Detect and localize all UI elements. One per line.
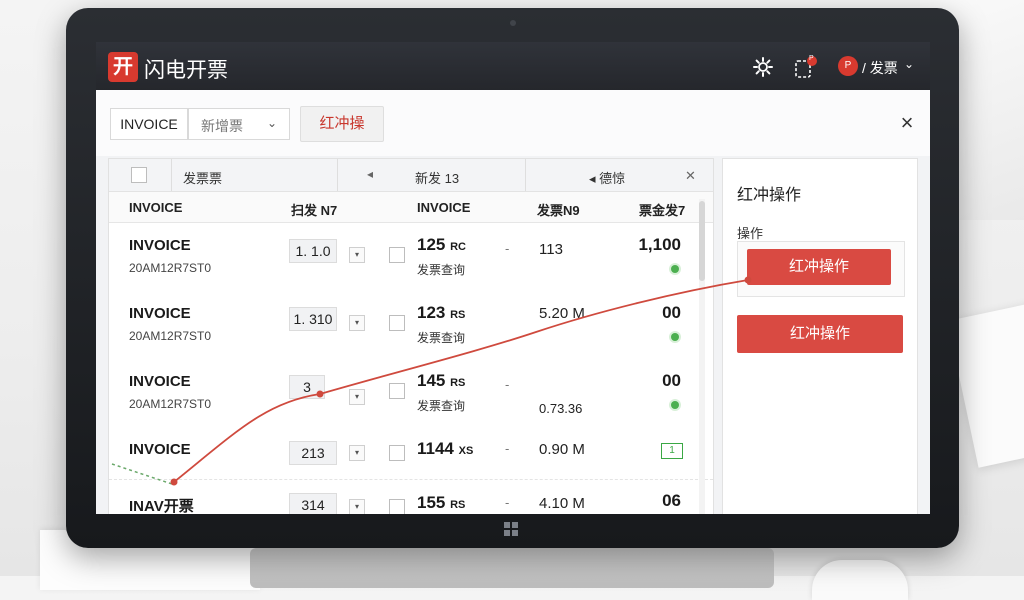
chevron-down-icon: ⌄: [267, 116, 278, 130]
settings-gear-icon[interactable]: [752, 56, 774, 78]
table-row[interactable]: INVOICE 20AM12R7ST0 3 ▾ 145 RS 发票查询 - 0.…: [109, 359, 713, 428]
table-row[interactable]: INVOICE 213 ▾ 1144 XS - 0.90 M 1: [109, 427, 713, 480]
caret-left-icon[interactable]: ◂: [367, 167, 373, 181]
dropdown-icon[interactable]: ▾: [349, 389, 365, 405]
dropdown-icon[interactable]: ▾: [349, 499, 365, 514]
invoice-type-chip[interactable]: INVOICE: [110, 108, 188, 140]
separator: -: [505, 441, 510, 456]
price: 155 RS: [417, 493, 466, 512]
separator: -: [505, 495, 510, 510]
quantity-field[interactable]: 314: [289, 493, 337, 514]
filter-col-3[interactable]: ◂ 德惊: [589, 168, 625, 187]
table-filter-row: 发票票 ◂ 新发 13 ◂ 德惊 ✕: [109, 159, 713, 192]
column-header[interactable]: INVOICE: [129, 200, 182, 215]
invoice-name: INVOICE: [129, 373, 191, 390]
price: 123 RS: [417, 303, 466, 322]
invoice-name: INVOICE: [129, 237, 191, 254]
camera-dot: [510, 20, 516, 26]
user-name[interactable]: / 发票: [862, 58, 898, 78]
scrollbar-thumb[interactable]: [699, 201, 705, 281]
query-link[interactable]: 发票查询: [417, 397, 465, 414]
invoice-name: INVOICE: [129, 305, 191, 322]
total-value: 00: [662, 371, 681, 390]
column-header[interactable]: 扫发 N7: [291, 200, 337, 219]
notification-icon[interactable]: P: [794, 55, 817, 78]
status-dot-icon: [671, 265, 679, 273]
filter-select[interactable]: 新增票 ⌄: [188, 108, 290, 140]
dropdown-icon[interactable]: ▾: [349, 315, 365, 331]
close-icon[interactable]: ×: [892, 108, 922, 138]
query-link[interactable]: 发票查询: [417, 261, 465, 278]
mouse: [812, 560, 908, 600]
query-link[interactable]: 发票查询: [417, 329, 465, 346]
filter-col-1[interactable]: 发票票: [183, 168, 222, 187]
filter-col-2[interactable]: 新发 13: [415, 168, 459, 187]
dropdown-icon[interactable]: ▾: [349, 247, 365, 263]
app-title: 闪电开票: [144, 59, 228, 82]
column-header[interactable]: 发票N9: [537, 200, 580, 219]
select-all-checkbox[interactable]: [131, 167, 147, 183]
column-header[interactable]: 票金发7: [639, 200, 685, 219]
table-row[interactable]: INAV开票 314 ▾ 155 RS - 4.10 M 06: [109, 481, 713, 514]
table-row[interactable]: INVOICE 20AM12R7ST0 1. 310 ▾ 123 RS 发票查询…: [109, 291, 713, 360]
amount: 113: [539, 241, 563, 258]
panel-label: 操作: [737, 226, 764, 241]
amount: 4.10 M: [539, 495, 585, 512]
toolbar: INVOICE 新增票 ⌄ 红冲操 ×: [96, 90, 930, 156]
notification-badge: P: [809, 55, 814, 62]
separator: -: [505, 377, 510, 392]
price: 1144 XS: [417, 439, 474, 458]
row-checkbox[interactable]: [389, 247, 405, 263]
total-value: 1,100: [638, 235, 681, 254]
invoice-name: INAV开票: [129, 498, 194, 514]
total-value: 06: [662, 491, 681, 510]
panel-title: 红冲操作: [737, 187, 802, 204]
invoice-id: 20AM12R7ST0: [129, 397, 212, 411]
quantity-field[interactable]: 213: [289, 441, 337, 465]
invoice-name: INVOICE: [129, 441, 191, 458]
amount: 5.20 M: [539, 305, 585, 322]
close-filter-icon[interactable]: ✕: [685, 168, 696, 184]
row-checkbox[interactable]: [389, 383, 405, 399]
amount: 0.90 M: [539, 441, 585, 458]
status-badge: 1: [661, 443, 683, 459]
quantity-field[interactable]: 1. 1.0: [289, 239, 337, 263]
red-reversal-button-secondary[interactable]: 红冲操作: [737, 315, 903, 353]
app-logo: 开: [108, 52, 138, 82]
row-checkbox[interactable]: [389, 499, 405, 514]
table-row[interactable]: INVOICE 20AM12R7ST0 1. 1.0 ▾ 125 RC 发票查询…: [109, 223, 713, 292]
separator: -: [505, 241, 510, 256]
table-header: INVOICE 扫发 N7 INVOICE 发票N9 票金发7: [109, 192, 713, 223]
status-dot-icon: [671, 333, 679, 341]
red-reversal-tab[interactable]: 红冲操: [300, 106, 384, 142]
dropdown-icon[interactable]: ▾: [349, 445, 365, 461]
app-header: 开 闪电开票 P P / 发票 ⌄: [96, 42, 930, 90]
red-reversal-panel: 红冲操作 操作 红冲操作 红冲操作: [722, 158, 918, 514]
price: 145 RS: [417, 371, 466, 390]
quantity-field[interactable]: 3: [289, 375, 325, 399]
column-header[interactable]: INVOICE: [417, 200, 470, 215]
app-screen: 开 闪电开票 P P / 发票 ⌄ INVOICE 新增票 ⌄ 红冲操 × 发票…: [96, 42, 930, 514]
chevron-down-icon[interactable]: ⌄: [904, 57, 914, 71]
invoice-id: 20AM12R7ST0: [129, 261, 212, 275]
price: 125 RC: [417, 235, 466, 254]
red-reversal-button[interactable]: 红冲操作: [747, 249, 891, 285]
invoice-table: 发票票 ◂ 新发 13 ◂ 德惊 ✕ INVOICE 扫发 N7 INVOICE…: [108, 158, 714, 514]
total-value: 00: [662, 303, 681, 322]
invoice-id: 20AM12R7ST0: [129, 329, 212, 343]
row-checkbox[interactable]: [389, 315, 405, 331]
status-dot-icon: [671, 401, 679, 409]
quantity-field[interactable]: 1. 310: [289, 307, 337, 331]
amount: 0.73.36: [539, 401, 583, 416]
user-avatar[interactable]: P: [838, 56, 858, 76]
monitor-stand-base: [250, 548, 774, 588]
windows-logo-icon: [504, 522, 518, 536]
filter-select-value: 新增票: [201, 118, 243, 134]
row-checkbox[interactable]: [389, 445, 405, 461]
